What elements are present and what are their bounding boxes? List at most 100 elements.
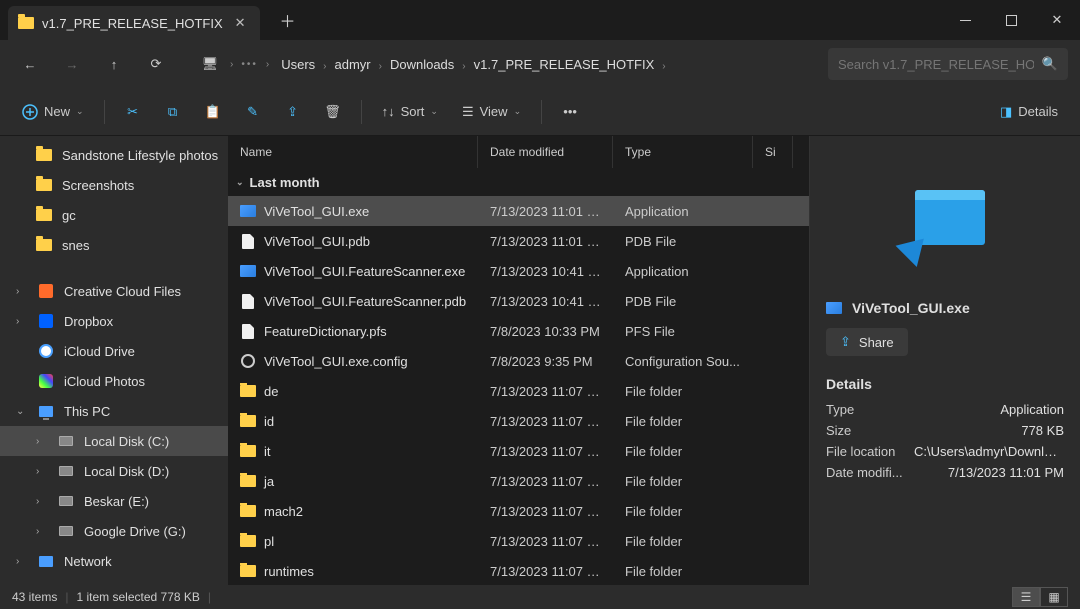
folder-icon (36, 237, 52, 253)
doc-icon (240, 323, 256, 339)
ic-icon (38, 343, 54, 359)
file-row[interactable]: ViVeTool_GUI.exe 7/13/2023 11:01 PM Appl… (228, 196, 809, 226)
group-header[interactable]: ⌄ Last month (228, 168, 809, 196)
cut-button[interactable]: ✂ (115, 94, 151, 130)
search-box[interactable]: 🔍 (828, 48, 1068, 80)
breadcrumb-item[interactable]: Downloads (384, 53, 460, 76)
sidebar-item[interactable]: Screenshots (0, 170, 228, 200)
file-date: 7/13/2023 11:07 PM (478, 384, 613, 399)
file-row[interactable]: ja 7/13/2023 11:07 PM File folder (228, 466, 809, 496)
sidebar-item[interactable]: iCloud Photos (0, 366, 228, 396)
tab-title: v1.7_PRE_RELEASE_HOTFIX (42, 16, 223, 31)
refresh-button[interactable]: ⟳ (138, 46, 174, 82)
file-type: PDB File (613, 294, 753, 309)
share-button[interactable]: ⇪ Share (826, 328, 908, 356)
details-layout-button[interactable]: ☰ (1012, 587, 1040, 607)
sidebar-item[interactable]: ›Creative Cloud Files (0, 276, 228, 306)
folder-icon (36, 207, 52, 223)
disk-icon (58, 493, 74, 509)
file-row[interactable]: pl 7/13/2023 11:07 PM File folder (228, 526, 809, 556)
details-toggle-button[interactable]: ◨ Details (990, 94, 1068, 130)
details-filename: ViVeTool_GUI.exe (826, 300, 1064, 316)
file-date: 7/13/2023 11:07 PM (478, 564, 613, 579)
sidebar-drive[interactable]: ›Google Drive (G:) (0, 516, 228, 546)
file-name: FeatureDictionary.pfs (264, 324, 387, 339)
breadcrumb[interactable]: 🖥 › ••• › Users›admyr›Downloads›v1.7_PRE… (188, 48, 814, 80)
file-row[interactable]: ViVeTool_GUI.FeatureScanner.exe 7/13/202… (228, 256, 809, 286)
file-type: Application (613, 204, 753, 219)
file-type: File folder (613, 444, 753, 459)
back-button[interactable]: ← (12, 46, 48, 82)
overflow-icon[interactable]: ••• (239, 59, 260, 70)
file-row[interactable]: ViVeTool_GUI.FeatureScanner.pdb 7/13/202… (228, 286, 809, 316)
sidebar-drive[interactable]: ›Local Disk (C:) (0, 426, 228, 456)
chevron-down-icon: ⌄ (76, 106, 84, 117)
rename-button[interactable]: ✎ (235, 94, 271, 130)
sidebar-drive[interactable]: ›Beskar (E:) (0, 486, 228, 516)
sidebar-item[interactable]: ›Dropbox (0, 306, 228, 336)
file-date: 7/8/2023 10:33 PM (478, 324, 613, 339)
preview-thumbnail (826, 152, 1064, 292)
new-tab-button[interactable]: ＋ (272, 4, 304, 36)
window-tab[interactable]: v1.7_PRE_RELEASE_HOTFIX ✕ (8, 6, 260, 40)
chevron-down-icon: ⌄ (514, 106, 522, 117)
view-button[interactable]: ☰ View ⌄ (452, 94, 531, 130)
file-row[interactable]: it 7/13/2023 11:07 PM File folder (228, 436, 809, 466)
grid-layout-button[interactable]: ▦ (1040, 587, 1068, 607)
more-button[interactable]: ••• (552, 94, 588, 130)
column-name[interactable]: Name (228, 136, 478, 168)
file-row[interactable]: runtimes 7/13/2023 11:07 PM File folder (228, 556, 809, 585)
cog-icon (240, 353, 256, 369)
chevron-icon: › (36, 526, 48, 537)
column-size[interactable]: Si (753, 136, 793, 168)
up-button[interactable]: ↑ (96, 46, 132, 82)
file-name: pl (264, 534, 274, 549)
sidebar-item[interactable]: snes (0, 230, 228, 260)
close-button[interactable]: ✕ (1034, 0, 1080, 40)
sidebar-item[interactable]: iCloud Drive (0, 336, 228, 366)
file-row[interactable]: id 7/13/2023 11:07 PM File folder (228, 406, 809, 436)
maximize-button[interactable] (988, 0, 1034, 40)
breadcrumb-item[interactable]: admyr (329, 53, 377, 76)
ph-icon (38, 373, 54, 389)
sidebar-item[interactable]: Sandstone Lifestyle photos (0, 140, 228, 170)
file-row[interactable]: FeatureDictionary.pfs 7/8/2023 10:33 PM … (228, 316, 809, 346)
sidebar-item[interactable]: gc (0, 200, 228, 230)
pc-icon (38, 403, 54, 419)
sidebar-network[interactable]: ›Network (0, 546, 228, 576)
sidebar-item[interactable]: ⌄This PC (0, 396, 228, 426)
paste-icon: 📋 (204, 104, 220, 120)
search-icon[interactable]: 🔍 (1042, 56, 1058, 72)
cut-icon: ✂ (127, 104, 138, 120)
pc-root-icon[interactable]: 🖥 (196, 50, 224, 78)
minimize-button[interactable] (942, 0, 988, 40)
column-date[interactable]: Date modified (478, 136, 613, 168)
details-heading: Details (826, 376, 1064, 392)
share-button[interactable]: ⇪ (275, 94, 311, 130)
file-row[interactable]: mach2 7/13/2023 11:07 PM File folder (228, 496, 809, 526)
new-button[interactable]: New ⌄ (12, 94, 94, 130)
column-headers: Name Date modified Type Si (228, 136, 809, 168)
close-tab-icon[interactable]: ✕ (231, 11, 250, 35)
delete-button[interactable]: 🗑 (315, 94, 351, 130)
copy-button[interactable]: ⧉ (155, 94, 191, 130)
breadcrumb-item[interactable]: v1.7_PRE_RELEASE_HOTFIX (468, 53, 661, 76)
sidebar-drive[interactable]: ›Local Disk (D:) (0, 456, 228, 486)
view-icon: ☰ (462, 104, 474, 120)
sort-button[interactable]: ↑↓ Sort ⌄ (372, 94, 448, 130)
search-input[interactable] (838, 57, 1034, 72)
file-row[interactable]: de 7/13/2023 11:07 PM File folder (228, 376, 809, 406)
nav-sidebar[interactable]: Sandstone Lifestyle photosScreenshotsgcs… (0, 136, 228, 585)
paste-button[interactable]: 📋 (195, 94, 231, 130)
forward-button[interactable]: → (54, 46, 90, 82)
file-name: mach2 (264, 504, 303, 519)
file-name: ViVeTool_GUI.exe.config (264, 354, 408, 369)
file-row[interactable]: ViVeTool_GUI.pdb 7/13/2023 11:01 PM PDB … (228, 226, 809, 256)
network-icon (38, 553, 54, 569)
column-type[interactable]: Type (613, 136, 753, 168)
breadcrumb-item[interactable]: Users (275, 53, 321, 76)
chevron-icon: › (36, 496, 48, 507)
file-type: Application (613, 264, 753, 279)
file-list[interactable]: Name Date modified Type Si ⌄ Last month … (228, 136, 810, 585)
file-row[interactable]: ViVeTool_GUI.exe.config 7/8/2023 9:35 PM… (228, 346, 809, 376)
